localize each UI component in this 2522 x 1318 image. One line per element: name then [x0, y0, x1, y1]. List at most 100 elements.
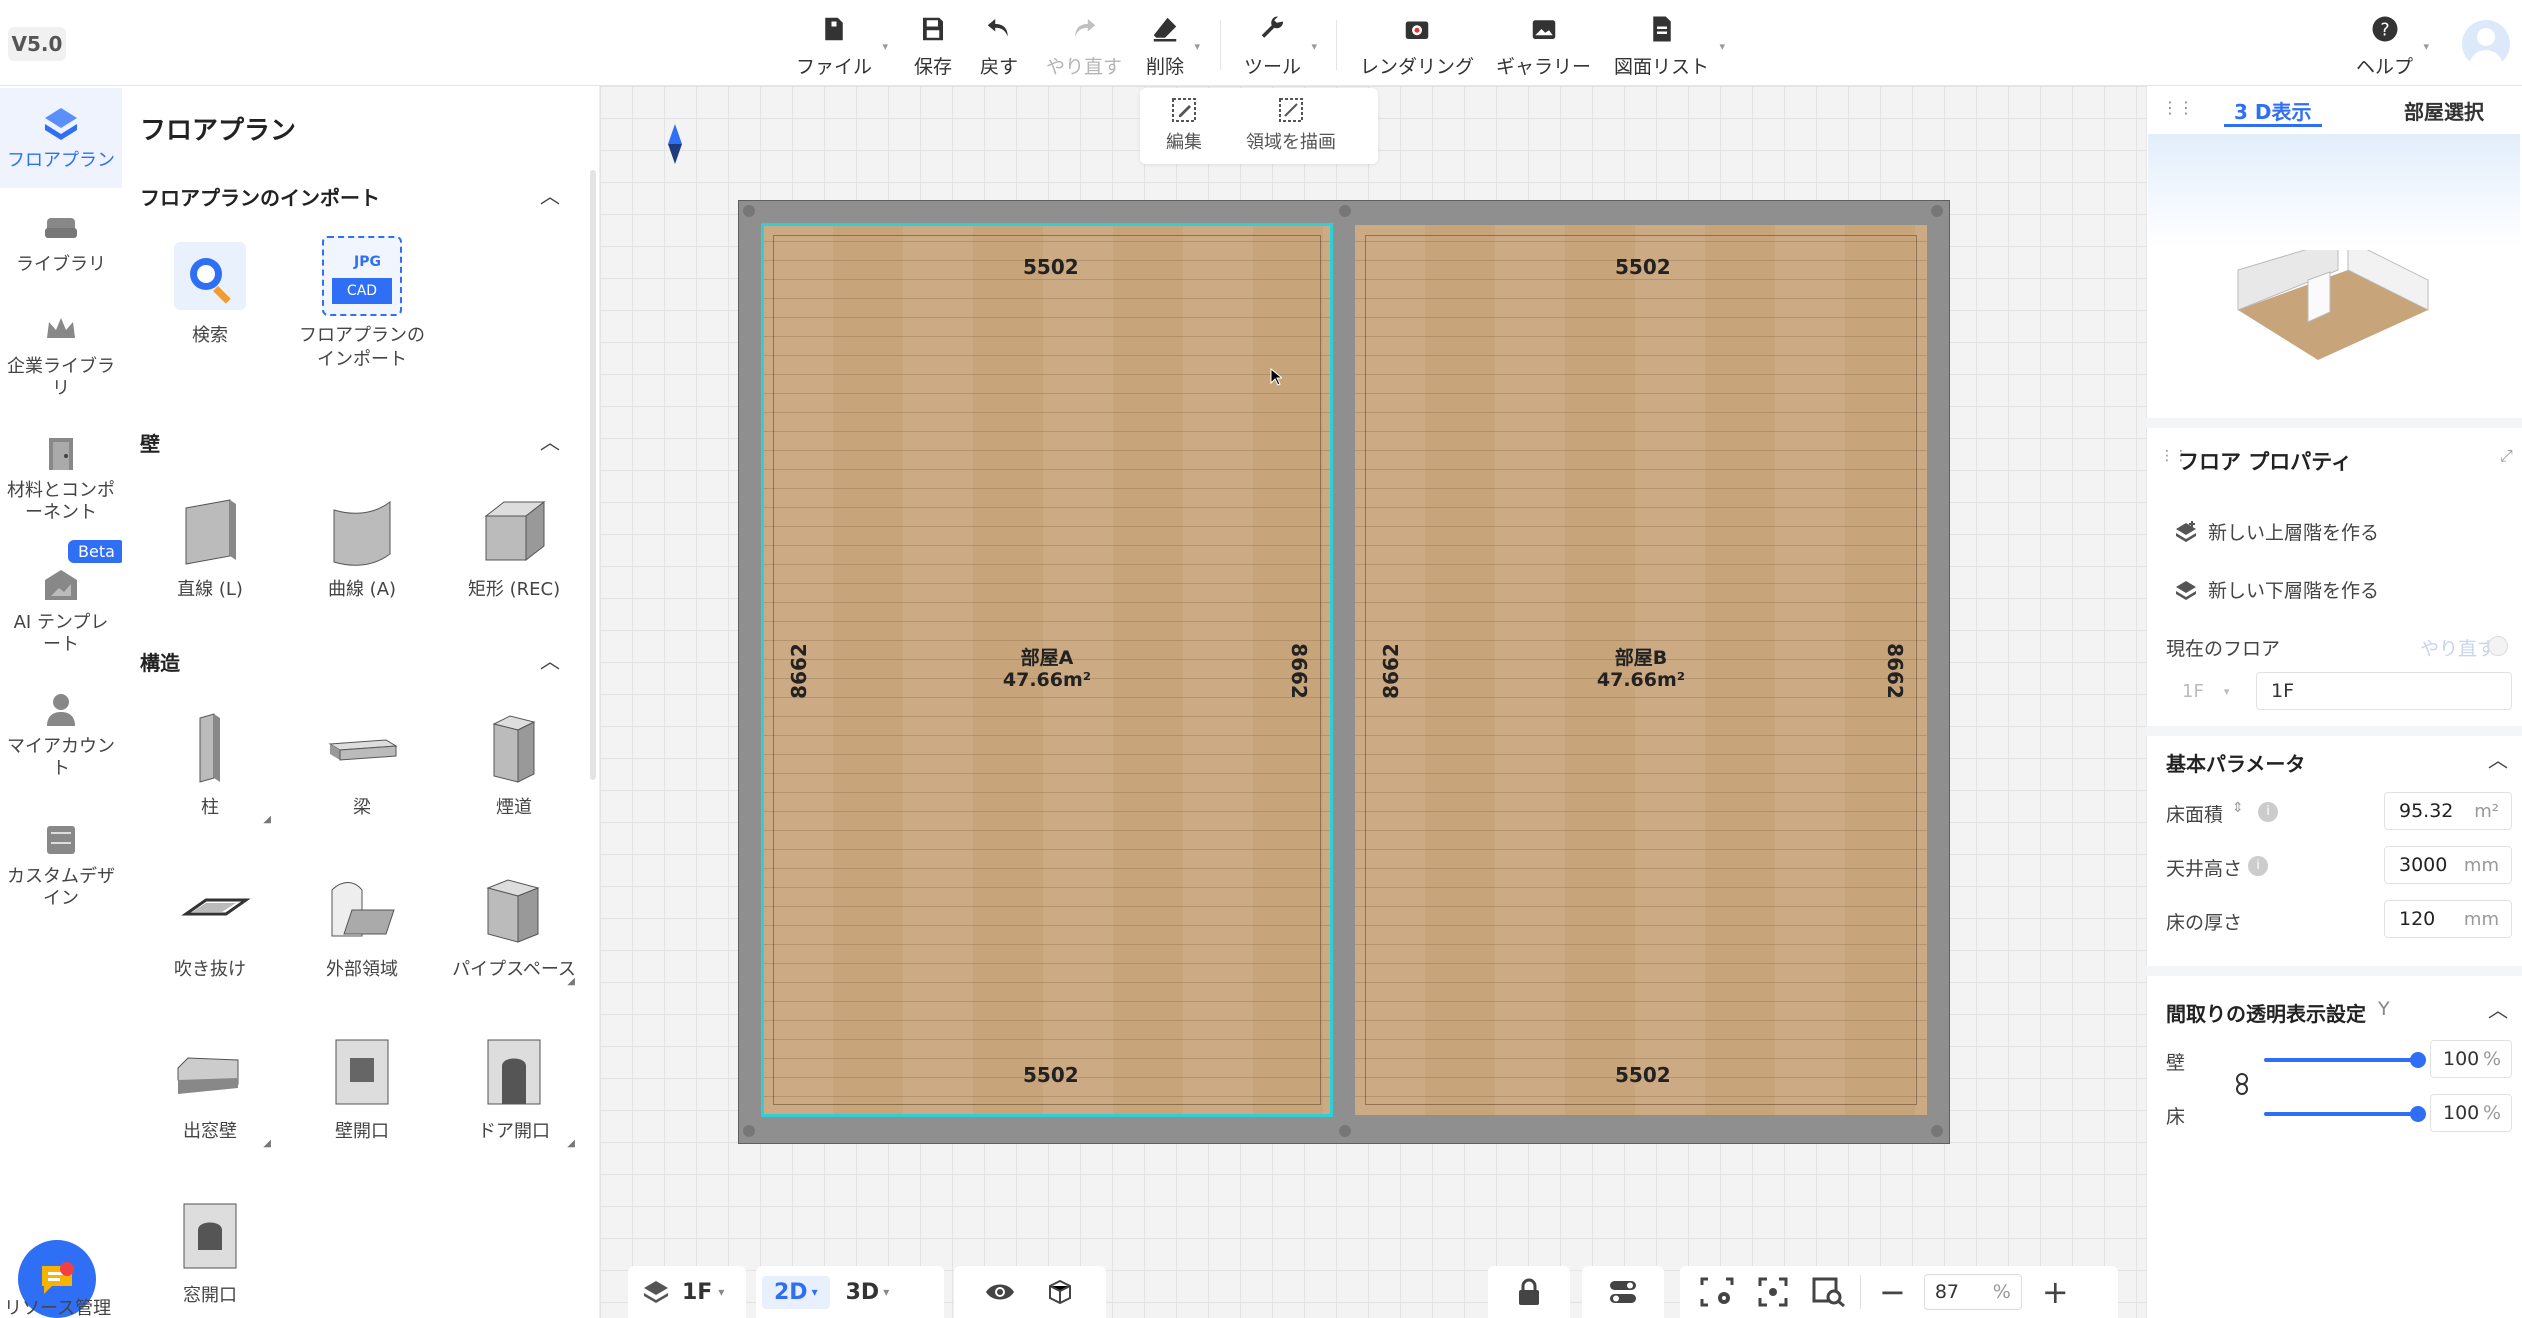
- door-opening-tool[interactable]: ドア開口 ◢: [449, 1032, 579, 1149]
- room-b[interactable]: 5502 5502 8662 8662 部屋B 47.66m²: [1355, 225, 1927, 1115]
- undo-button[interactable]: 戻す: [980, 14, 1018, 79]
- tab-3d-view[interactable]: 3 D表示: [2234, 96, 2311, 125]
- wall-node[interactable]: [1931, 205, 1943, 217]
- collapse-import-button[interactable]: ︿: [540, 180, 560, 209]
- wall-line-tool[interactable]: 直線 (L): [145, 490, 275, 602]
- drawing-list-button[interactable]: 図面リスト ▾: [1614, 14, 1725, 79]
- nav-my-account[interactable]: マイアカウント: [0, 690, 122, 780]
- collapse-structure-button[interactable]: ︿: [540, 645, 560, 674]
- wall-curve-tool[interactable]: 曲線 (A): [297, 490, 427, 602]
- wall-transparency-slider[interactable]: [2264, 1058, 2418, 1062]
- user-avatar[interactable]: [2462, 20, 2510, 68]
- straight-wall-icon: [185, 499, 236, 565]
- wall-slider-knob[interactable]: [2410, 1052, 2426, 1068]
- collapse-basic-params-button[interactable]: ︿: [2488, 744, 2508, 773]
- panel-scrollbar[interactable]: [590, 170, 596, 780]
- nav-library[interactable]: ライブラリ: [0, 208, 122, 276]
- floor-transparency-slider[interactable]: [2264, 1112, 2418, 1116]
- wall-rect-tool[interactable]: 矩形 (REC): [449, 490, 579, 602]
- wall-node[interactable]: [743, 1125, 755, 1137]
- floor-name-input[interactable]: 1F: [2256, 672, 2512, 710]
- cube-icon[interactable]: [1046, 1278, 1074, 1306]
- floor-plan[interactable]: 5502 5502 8662 8662 部屋A 47.66m² 5502 550…: [738, 200, 1950, 1144]
- help-icon: ?: [2372, 16, 2397, 42]
- floorplan-icon: [45, 108, 77, 140]
- pipe-space-tool[interactable]: パイプスペース ◢: [449, 870, 579, 987]
- lock-button[interactable]: [1488, 1266, 1570, 1318]
- floor-area-input[interactable]: 95.32 m²: [2384, 792, 2512, 830]
- nav-enterprise-library[interactable]: 企業ライブラリ: [0, 310, 122, 400]
- nav-materials[interactable]: 材料とコンポーネント: [0, 434, 122, 524]
- search-icon: [174, 242, 246, 310]
- top-toolbar: V5.0 ファイル ▾ 保存 戻す やり直す 削除 ▾ ツール ▾ レンダリング ギャ…: [0, 0, 2522, 86]
- ceiling-height-input[interactable]: 3000 mm: [2384, 846, 2512, 884]
- toggle-settings-button[interactable]: [1582, 1266, 1664, 1318]
- floor-slider-knob[interactable]: [2410, 1106, 2426, 1122]
- window-opening-icon: [183, 1203, 237, 1269]
- nav-ai-template[interactable]: AI テンプレート: [0, 566, 122, 656]
- new-lower-floor-button[interactable]: 新しい下層階を作る: [2174, 576, 2379, 603]
- new-upper-floor-button[interactable]: 新しい上層階を作る: [2174, 518, 2379, 545]
- fit-view-icon[interactable]: [1758, 1277, 1788, 1307]
- wall-node[interactable]: [1931, 1125, 1943, 1137]
- zoom-input[interactable]: 87%: [1923, 1274, 2022, 1310]
- transparency-shortcut-key: Y: [2378, 998, 2390, 1020]
- floor-transparency-input[interactable]: 100%: [2430, 1094, 2512, 1132]
- chimney-tool[interactable]: 煙道: [449, 708, 579, 820]
- collapse-transparency-button[interactable]: ︿: [2488, 994, 2508, 1023]
- floor-thickness-input[interactable]: 120 mm: [2384, 900, 2512, 938]
- view-settings-icon[interactable]: [1700, 1277, 1734, 1307]
- rect-wall-icon: [484, 500, 546, 562]
- toolbar-divider: [1220, 20, 1221, 70]
- exterior-area-tool[interactable]: 外部領域: [297, 870, 427, 982]
- void-tool[interactable]: 吹き抜け: [145, 870, 275, 982]
- crown-icon: [47, 318, 75, 338]
- nav-floorplan[interactable]: フロアプラン: [0, 88, 122, 188]
- toggle-icon: [1610, 1281, 1636, 1303]
- column-tool[interactable]: 柱 ◢: [145, 708, 275, 825]
- tab-room-select[interactable]: 部屋選択: [2404, 96, 2484, 125]
- zoom-out-button[interactable]: −: [1879, 1273, 1906, 1311]
- mode-3d-button[interactable]: 3D ▾: [846, 1280, 890, 1305]
- gallery-button[interactable]: ギャラリー: [1496, 14, 1591, 79]
- import-floorplan-tool[interactable]: JPG CAD フロアプランのインポート: [297, 236, 427, 372]
- search-tool[interactable]: 検索: [145, 236, 275, 348]
- 3d-preview[interactable]: [2148, 134, 2520, 418]
- mode-2d-button[interactable]: 2D ▾: [762, 1275, 830, 1309]
- expand-icon[interactable]: ⤢: [2500, 446, 2513, 466]
- help-button[interactable]: ? ヘルプ ▾: [2356, 14, 2429, 79]
- zoom-area-icon[interactable]: [1812, 1277, 1846, 1307]
- zoom-in-button[interactable]: +: [2042, 1273, 2069, 1311]
- window-opening-tool[interactable]: 窓開口: [145, 1196, 275, 1308]
- wall-node[interactable]: [1339, 205, 1351, 217]
- nav-custom-design[interactable]: カスタムデザイン: [0, 820, 122, 910]
- floor-select-dropdown[interactable]: 1F ▾: [2170, 672, 2254, 710]
- wall-opening-tool[interactable]: 壁開口: [297, 1032, 427, 1144]
- sort-icon[interactable]: ⇕: [2232, 800, 2244, 816]
- eye-icon[interactable]: [984, 1280, 1016, 1304]
- drag-handle-icon[interactable]: ⋮⋮: [2162, 98, 2194, 117]
- file-menu-button[interactable]: ファイル ▾: [796, 14, 888, 79]
- bay-window-tool[interactable]: 出窓壁 ◢: [145, 1032, 275, 1149]
- redo-button[interactable]: やり直す: [1046, 14, 1122, 79]
- wall-node[interactable]: [1339, 1125, 1351, 1137]
- draw-area-button[interactable]: 領域を描画: [1246, 96, 1336, 154]
- section-structure: 構造: [140, 651, 180, 675]
- wall-transparency-input[interactable]: 100%: [2430, 1040, 2512, 1078]
- wall-node[interactable]: [743, 205, 755, 217]
- edit-button[interactable]: 編集: [1166, 96, 1202, 154]
- rendering-button[interactable]: レンダリング: [1360, 14, 1474, 79]
- save-button[interactable]: 保存: [914, 14, 952, 79]
- floor-selector[interactable]: 1F ▾: [628, 1266, 746, 1318]
- floor-properties-title: フロア プロパティ: [2178, 450, 2353, 474]
- link-icon[interactable]: [2234, 1072, 2250, 1096]
- tools-menu-button[interactable]: ツール ▾: [1244, 14, 1317, 79]
- compass-icon: [668, 124, 682, 164]
- wall-transparency-label: 壁: [2166, 1052, 2186, 1074]
- beam-tool[interactable]: 梁: [297, 708, 427, 820]
- collapse-wall-button[interactable]: ︿: [540, 426, 560, 455]
- pipe-space-icon: [486, 879, 540, 943]
- bay-window-icon: [177, 1057, 239, 1094]
- delete-button[interactable]: 削除 ▾: [1146, 14, 1200, 79]
- redo-floor-link[interactable]: やり直す: [2420, 634, 2496, 661]
